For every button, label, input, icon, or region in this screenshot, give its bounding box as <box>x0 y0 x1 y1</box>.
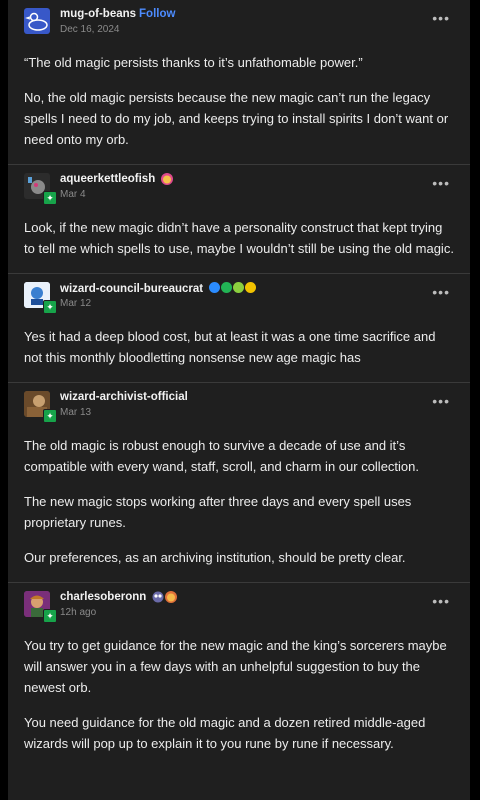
community-badge-icon: ✦ <box>43 409 57 423</box>
post-author: mug-of-beans Follow <box>60 8 175 20</box>
post-header: ✦ charlesoberonn 12h ago ••• <box>8 583 470 635</box>
community-badge-icon: ✦ <box>43 300 57 314</box>
post-body: You try to get guidance for the new magi… <box>8 635 470 768</box>
post-author: charlesoberonn <box>60 591 178 603</box>
post-paragraph: You need guidance for the old magic and … <box>24 715 426 751</box>
post-date: Mar 4 <box>60 189 86 200</box>
post-paragraph: Yes it had a deep blood cost, but at lea… <box>24 329 436 365</box>
post-paragraph: No, the old magic persists because the n… <box>24 90 449 147</box>
post-paragraph: Look, if the new magic didn’t have a per… <box>24 220 454 256</box>
username-link[interactable]: mug-of-beans <box>60 8 136 20</box>
verified-check-icon <box>233 282 245 293</box>
verified-check-icon <box>209 282 221 293</box>
post-header: ✦ aqueerkettleofish Mar 4 ••• <box>8 165 470 217</box>
face-emoji-icon <box>161 173 174 185</box>
username-link[interactable]: wizard-council-bureaucrat <box>60 283 203 295</box>
face-emoji-icon <box>165 591 178 603</box>
thread-post: ✦ aqueerkettleofish Mar 4 ••• Look, if t… <box>8 165 470 274</box>
post-date: Dec 16, 2024 <box>60 24 120 35</box>
owl-emoji-icon <box>152 591 164 603</box>
more-options-icon[interactable]: ••• <box>432 175 450 191</box>
username-link[interactable]: charlesoberonn <box>60 591 146 603</box>
post-date: 12h ago <box>60 607 97 618</box>
more-options-icon[interactable]: ••• <box>432 10 450 26</box>
post-paragraph: The old magic is robust enough to surviv… <box>24 438 419 474</box>
post-author: aqueerkettleofish <box>60 173 174 185</box>
thread-post: ✦ wizard-archivist-official Mar 13 ••• T… <box>8 383 470 583</box>
post-paragraph: Our preferences, as an archiving institu… <box>24 550 406 565</box>
thread-post: ✦ charlesoberonn 12h ago ••• You try to … <box>8 583 470 768</box>
username-link[interactable]: aqueerkettleofish <box>60 173 155 185</box>
avatar[interactable] <box>24 8 50 34</box>
post-date: Mar 12 <box>60 298 92 309</box>
post-header: ✦ wizard-archivist-official Mar 13 ••• <box>8 383 470 435</box>
post-paragraph: The new magic stops working after three … <box>24 494 412 530</box>
post-header: mug-of-beans Follow Dec 16, 2024 ••• <box>8 0 470 52</box>
thread-post: ✦ wizard-council-bureaucrat Mar 12 ••• Y… <box>8 274 470 383</box>
community-badge-icon: ✦ <box>43 191 57 205</box>
more-options-icon[interactable]: ••• <box>432 593 450 609</box>
post-paragraph: You try to get guidance for the new magi… <box>24 638 447 695</box>
reblog-thread: mug-of-beans Follow Dec 16, 2024 ••• “The… <box>8 0 470 800</box>
duck-avatar-icon <box>25 12 48 31</box>
post-body: Look, if the new magic didn’t have a per… <box>8 217 470 273</box>
thread-post: mug-of-beans Follow Dec 16, 2024 ••• “The… <box>8 0 470 165</box>
community-badge-icon: ✦ <box>43 609 57 623</box>
post-body: “The old magic persists thanks to it’s u… <box>8 52 470 164</box>
post-paragraph: “The old magic persists thanks to it’s u… <box>24 55 363 70</box>
more-options-icon[interactable]: ••• <box>432 284 450 300</box>
post-date: Mar 13 <box>60 407 92 418</box>
verified-check-icon <box>221 282 233 293</box>
post-author: wizard-council-bureaucrat <box>60 282 257 295</box>
post-body: The old magic is robust enough to surviv… <box>8 435 470 582</box>
post-body: Yes it had a deep blood cost, but at lea… <box>8 326 470 382</box>
follow-button[interactable]: Follow <box>139 8 175 20</box>
more-options-icon[interactable]: ••• <box>432 393 450 409</box>
post-author: wizard-archivist-official <box>60 391 188 403</box>
username-link[interactable]: wizard-archivist-official <box>60 391 188 403</box>
verified-check-icon <box>245 282 257 293</box>
post-header: ✦ wizard-council-bureaucrat Mar 12 ••• <box>8 274 470 326</box>
